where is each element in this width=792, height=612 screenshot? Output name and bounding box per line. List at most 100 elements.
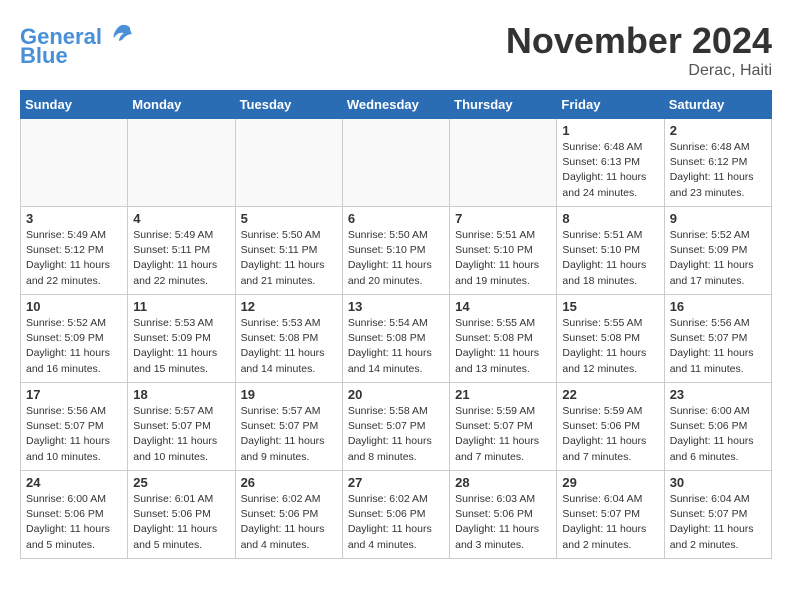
calendar-cell xyxy=(21,119,128,207)
calendar-cell: 16Sunrise: 5:56 AM Sunset: 5:07 PM Dayli… xyxy=(664,295,771,383)
calendar-week-row: 3 Sunrise: 5:49 AM Sunset: 5:12 PM Daylig… xyxy=(21,207,772,295)
day-number: 29 xyxy=(562,475,658,490)
day-info: Sunrise: 5:55 AM Sunset: 5:08 PM Dayligh… xyxy=(455,316,551,377)
calendar-cell: 5 Sunrise: 5:50 AM Sunset: 5:11 PM Daylig… xyxy=(235,207,342,295)
calendar-cell xyxy=(342,119,449,207)
day-number: 11 xyxy=(133,299,229,314)
day-number: 20 xyxy=(348,387,444,402)
day-number: 3 xyxy=(26,211,122,226)
day-number: 9 xyxy=(670,211,766,226)
day-info: Sunrise: 5:55 AM Sunset: 5:08 PM Dayligh… xyxy=(562,316,658,377)
calendar-cell: 26 Sunrise: 6:02 AM Sunset: 5:06 PM Dayli… xyxy=(235,471,342,559)
calendar-cell: 15 Sunrise: 5:55 AM Sunset: 5:08 PM Dayli… xyxy=(557,295,664,383)
calendar-cell xyxy=(128,119,235,207)
calendar-week-row: 10 Sunrise: 5:52 AM Sunset: 5:09 PM Dayli… xyxy=(21,295,772,383)
logo-bird-icon xyxy=(110,20,134,44)
day-info: Sunrise: 5:57 AM Sunset: 5:07 PM Dayligh… xyxy=(241,404,337,465)
day-number: 27 xyxy=(348,475,444,490)
calendar-week-row: 24Sunrise: 6:00 AM Sunset: 5:06 PM Dayli… xyxy=(21,471,772,559)
day-info: Sunrise: 5:59 AM Sunset: 5:07 PM Dayligh… xyxy=(455,404,551,465)
calendar-cell: 28Sunrise: 6:03 AM Sunset: 5:06 PM Dayli… xyxy=(450,471,557,559)
calendar-cell: 1 Sunrise: 6:48 AM Sunset: 6:13 PM Daylig… xyxy=(557,119,664,207)
day-info: Sunrise: 5:54 AM Sunset: 5:08 PM Dayligh… xyxy=(348,316,444,377)
calendar-cell: 3 Sunrise: 5:49 AM Sunset: 5:12 PM Daylig… xyxy=(21,207,128,295)
day-info: Sunrise: 6:02 AM Sunset: 5:06 PM Dayligh… xyxy=(348,492,444,553)
calendar-cell: 20 Sunrise: 5:58 AM Sunset: 5:07 PM Dayli… xyxy=(342,383,449,471)
column-header-wednesday: Wednesday xyxy=(342,91,449,119)
day-number: 7 xyxy=(455,211,551,226)
calendar-cell: 8 Sunrise: 5:51 AM Sunset: 5:10 PM Daylig… xyxy=(557,207,664,295)
day-info: Sunrise: 6:04 AM Sunset: 5:07 PM Dayligh… xyxy=(562,492,658,553)
day-info: Sunrise: 5:53 AM Sunset: 5:09 PM Dayligh… xyxy=(133,316,229,377)
column-header-sunday: Sunday xyxy=(21,91,128,119)
column-header-monday: Monday xyxy=(128,91,235,119)
day-info: Sunrise: 5:52 AM Sunset: 5:09 PM Dayligh… xyxy=(670,228,766,289)
calendar-cell: 14Sunrise: 5:55 AM Sunset: 5:08 PM Dayli… xyxy=(450,295,557,383)
day-number: 15 xyxy=(562,299,658,314)
day-info: Sunrise: 6:04 AM Sunset: 5:07 PM Dayligh… xyxy=(670,492,766,553)
day-number: 6 xyxy=(348,211,444,226)
calendar-cell: 30 Sunrise: 6:04 AM Sunset: 5:07 PM Dayli… xyxy=(664,471,771,559)
calendar-cell: 6 Sunrise: 5:50 AM Sunset: 5:10 PM Daylig… xyxy=(342,207,449,295)
day-info: Sunrise: 6:48 AM Sunset: 6:13 PM Dayligh… xyxy=(562,140,658,201)
calendar-cell xyxy=(235,119,342,207)
day-info: Sunrise: 5:52 AM Sunset: 5:09 PM Dayligh… xyxy=(26,316,122,377)
calendar-cell: 2 Sunrise: 6:48 AM Sunset: 6:12 PM Daylig… xyxy=(664,119,771,207)
day-info: Sunrise: 5:51 AM Sunset: 5:10 PM Dayligh… xyxy=(455,228,551,289)
calendar-cell: 27 Sunrise: 6:02 AM Sunset: 5:06 PM Dayli… xyxy=(342,471,449,559)
day-info: Sunrise: 5:59 AM Sunset: 5:06 PM Dayligh… xyxy=(562,404,658,465)
calendar-cell: 12Sunrise: 5:53 AM Sunset: 5:08 PM Dayli… xyxy=(235,295,342,383)
day-info: Sunrise: 5:51 AM Sunset: 5:10 PM Dayligh… xyxy=(562,228,658,289)
calendar-cell xyxy=(450,119,557,207)
day-info: Sunrise: 5:50 AM Sunset: 5:11 PM Dayligh… xyxy=(241,228,337,289)
calendar-cell: 9 Sunrise: 5:52 AM Sunset: 5:09 PM Daylig… xyxy=(664,207,771,295)
logo: General Blue xyxy=(20,20,134,69)
calendar-cell: 24Sunrise: 6:00 AM Sunset: 5:06 PM Dayli… xyxy=(21,471,128,559)
calendar-cell: 19 Sunrise: 5:57 AM Sunset: 5:07 PM Dayli… xyxy=(235,383,342,471)
month-title: November 2024 xyxy=(506,20,772,62)
day-number: 17 xyxy=(26,387,122,402)
day-number: 1 xyxy=(562,123,658,138)
day-number: 24 xyxy=(26,475,122,490)
day-number: 28 xyxy=(455,475,551,490)
calendar-cell: 21 Sunrise: 5:59 AM Sunset: 5:07 PM Dayli… xyxy=(450,383,557,471)
day-info: Sunrise: 6:01 AM Sunset: 5:06 PM Dayligh… xyxy=(133,492,229,553)
day-number: 22 xyxy=(562,387,658,402)
column-header-thursday: Thursday xyxy=(450,91,557,119)
day-number: 8 xyxy=(562,211,658,226)
location: Derac, Haiti xyxy=(506,62,772,80)
day-number: 5 xyxy=(241,211,337,226)
day-number: 26 xyxy=(241,475,337,490)
title-area: November 2024 Derac, Haiti xyxy=(506,20,772,80)
calendar-cell: 17 Sunrise: 5:56 AM Sunset: 5:07 PM Dayli… xyxy=(21,383,128,471)
day-info: Sunrise: 5:58 AM Sunset: 5:07 PM Dayligh… xyxy=(348,404,444,465)
calendar-cell: 13 Sunrise: 5:54 AM Sunset: 5:08 PM Dayli… xyxy=(342,295,449,383)
day-number: 16 xyxy=(670,299,766,314)
calendar-week-row: 1 Sunrise: 6:48 AM Sunset: 6:13 PM Daylig… xyxy=(21,119,772,207)
calendar-cell: 4 Sunrise: 5:49 AM Sunset: 5:11 PM Daylig… xyxy=(128,207,235,295)
day-number: 25 xyxy=(133,475,229,490)
day-info: Sunrise: 6:48 AM Sunset: 6:12 PM Dayligh… xyxy=(670,140,766,201)
calendar-cell: 23Sunrise: 6:00 AM Sunset: 5:06 PM Dayli… xyxy=(664,383,771,471)
day-number: 19 xyxy=(241,387,337,402)
day-number: 2 xyxy=(670,123,766,138)
calendar-cell: 22 Sunrise: 5:59 AM Sunset: 5:06 PM Dayli… xyxy=(557,383,664,471)
column-header-friday: Friday xyxy=(557,91,664,119)
calendar-cell: 25 Sunrise: 6:01 AM Sunset: 5:06 PM Dayli… xyxy=(128,471,235,559)
day-number: 18 xyxy=(133,387,229,402)
day-number: 4 xyxy=(133,211,229,226)
column-header-tuesday: Tuesday xyxy=(235,91,342,119)
day-number: 21 xyxy=(455,387,551,402)
day-info: Sunrise: 6:02 AM Sunset: 5:06 PM Dayligh… xyxy=(241,492,337,553)
day-info: Sunrise: 5:49 AM Sunset: 5:12 PM Dayligh… xyxy=(26,228,122,289)
day-number: 30 xyxy=(670,475,766,490)
calendar-week-row: 17 Sunrise: 5:56 AM Sunset: 5:07 PM Dayli… xyxy=(21,383,772,471)
day-number: 10 xyxy=(26,299,122,314)
day-info: Sunrise: 5:50 AM Sunset: 5:10 PM Dayligh… xyxy=(348,228,444,289)
day-number: 23 xyxy=(670,387,766,402)
day-info: Sunrise: 5:49 AM Sunset: 5:11 PM Dayligh… xyxy=(133,228,229,289)
day-number: 13 xyxy=(348,299,444,314)
day-number: 12 xyxy=(241,299,337,314)
column-header-saturday: Saturday xyxy=(664,91,771,119)
day-info: Sunrise: 5:56 AM Sunset: 5:07 PM Dayligh… xyxy=(26,404,122,465)
